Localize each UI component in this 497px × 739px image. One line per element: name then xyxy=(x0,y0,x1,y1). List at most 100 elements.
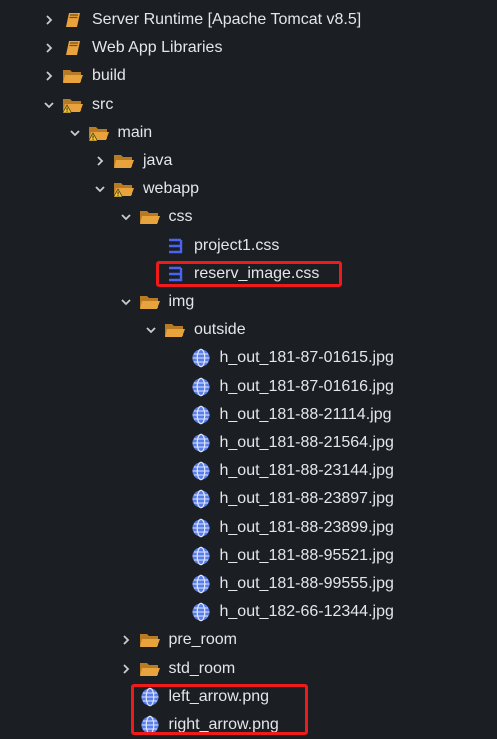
tree-item[interactable]: h_out_181-88-23899.jpg xyxy=(0,514,497,542)
folder-warning-icon xyxy=(87,123,110,143)
image-file-icon xyxy=(139,715,161,735)
image-file-icon xyxy=(190,348,212,368)
folder-icon xyxy=(113,151,135,171)
image-file-icon xyxy=(190,602,212,622)
tree-item-label: src xyxy=(92,95,114,113)
folder-warning-icon xyxy=(113,179,135,199)
tree-item-label: css xyxy=(168,208,193,226)
tree-item[interactable]: Server Runtime [Apache Tomcat v8.5] xyxy=(0,6,497,34)
tree-item-label: left_arrow.png xyxy=(168,687,270,705)
css-file-icon xyxy=(164,236,186,256)
tree-item[interactable]: h_out_181-88-23144.jpg xyxy=(0,457,497,485)
tree-item-label: build xyxy=(92,67,126,85)
tree-item[interactable]: Web App Libraries xyxy=(0,34,497,62)
tree-item-label: h_out_181-87-01616.jpg xyxy=(219,377,394,395)
folder-icon xyxy=(139,207,161,227)
tree-expander-spacer xyxy=(169,491,185,507)
tree-item-label: Server Runtime [Apache Tomcat v8.5] xyxy=(92,11,362,28)
tree-item-label: h_out_181-88-99555.jpg xyxy=(219,575,394,592)
tree-item-label: java xyxy=(143,152,173,169)
tree-item[interactable]: project1.css xyxy=(0,232,497,260)
tree-expander-spacer xyxy=(143,238,159,254)
tree-item[interactable]: reserv_image.css xyxy=(0,260,497,288)
tree-expander-spacer xyxy=(169,435,185,451)
tree-item[interactable]: h_out_181-88-21114.jpg xyxy=(0,401,497,429)
css-file-icon xyxy=(164,264,186,284)
tree-item[interactable]: main xyxy=(0,119,497,147)
folder-icon xyxy=(62,66,84,86)
tree-item-label: std_room xyxy=(168,659,236,677)
folder-warning-icon xyxy=(62,95,84,115)
chevron-right-icon[interactable] xyxy=(41,40,57,56)
tree-item-label: webapp xyxy=(143,180,200,198)
tree-item[interactable]: css xyxy=(0,203,497,231)
image-file-icon xyxy=(190,546,212,566)
tree-item-label: h_out_181-88-23899.jpg xyxy=(219,518,394,536)
image-file-icon xyxy=(190,518,212,538)
tree-expander-spacer xyxy=(118,689,134,705)
tree-item-label: img xyxy=(168,293,195,310)
chevron-down-icon[interactable] xyxy=(92,181,108,197)
tree-item-label: Web App Libraries xyxy=(92,39,223,57)
tree-item[interactable]: img xyxy=(0,288,497,316)
image-file-icon xyxy=(190,574,212,594)
tree-item[interactable]: build xyxy=(0,62,497,90)
tree-expander-spacer xyxy=(169,379,185,395)
tree-item[interactable]: std_room xyxy=(0,655,497,683)
tree-item[interactable]: java xyxy=(0,147,497,175)
tree-expander-spacer xyxy=(169,407,185,423)
chevron-right-icon[interactable] xyxy=(41,68,57,84)
tree-item[interactable]: src xyxy=(0,91,497,119)
tree-item-label: h_out_181-88-23144.jpg xyxy=(219,462,394,480)
folder-icon xyxy=(139,630,161,650)
image-file-icon xyxy=(139,687,161,707)
tree-item-label: h_out_181-88-95521.jpg xyxy=(219,546,394,564)
tree-expander-spacer xyxy=(143,266,159,282)
tree-expander-spacer xyxy=(169,548,185,564)
image-file-icon xyxy=(190,461,212,481)
chevron-down-icon[interactable] xyxy=(41,97,57,113)
tree-item-label: pre_room xyxy=(168,631,237,649)
folder-icon xyxy=(139,292,161,312)
image-file-icon xyxy=(190,405,212,425)
tree-item[interactable]: h_out_181-88-95521.jpg xyxy=(0,542,497,570)
tree-item[interactable]: webapp xyxy=(0,175,497,203)
chevron-down-icon[interactable] xyxy=(118,294,134,310)
tree-item[interactable]: outside xyxy=(0,316,497,344)
chevron-right-icon[interactable] xyxy=(118,632,134,648)
tree-item-label: h_out_181-88-21564.jpg xyxy=(219,434,394,451)
chevron-right-icon[interactable] xyxy=(92,153,108,169)
tree-item-label: h_out_181-88-21114.jpg xyxy=(219,405,392,423)
tree-item[interactable]: h_out_181-88-23897.jpg xyxy=(0,485,497,513)
tree-expander-spacer xyxy=(118,717,134,733)
tree-item[interactable]: left_arrow.png xyxy=(0,683,497,711)
chevron-down-icon[interactable] xyxy=(118,209,134,225)
tree-item[interactable]: h_out_182-66-12344.jpg xyxy=(0,598,497,626)
tree-item[interactable]: h_out_181-88-21564.jpg xyxy=(0,429,497,457)
tree-item-label: h_out_182-66-12344.jpg xyxy=(219,603,394,621)
tree-item[interactable]: h_out_181-87-01615.jpg xyxy=(0,344,497,372)
library-book-icon xyxy=(62,38,84,58)
chevron-right-icon[interactable] xyxy=(41,12,57,28)
tree-item[interactable]: pre_room xyxy=(0,626,497,654)
tree-expander-spacer xyxy=(169,350,185,366)
chevron-down-icon[interactable] xyxy=(143,322,159,338)
tree-item-label: h_out_181-88-23897.jpg xyxy=(219,490,394,508)
tree-item-label: h_out_181-87-01615.jpg xyxy=(219,349,394,367)
tree-item[interactable]: h_out_181-87-01616.jpg xyxy=(0,373,497,401)
chevron-down-icon[interactable] xyxy=(67,125,83,141)
tree-item-label: project1.css xyxy=(194,236,280,254)
tree-expander-spacer xyxy=(169,576,185,592)
tree-item-label: outside xyxy=(194,321,246,339)
image-file-icon xyxy=(190,377,212,397)
chevron-right-icon[interactable] xyxy=(118,661,134,677)
folder-icon xyxy=(164,320,186,340)
project-explorer-tree: Server Runtime [Apache Tomcat v8.5] Web A… xyxy=(0,0,497,735)
tree-item[interactable]: h_out_181-88-99555.jpg xyxy=(0,570,497,598)
tree-item-label: right_arrow.png xyxy=(168,716,279,733)
image-file-icon xyxy=(190,433,212,453)
folder-icon xyxy=(139,659,161,679)
tree-item-label: reserv_image.css xyxy=(194,264,320,282)
tree-expander-spacer xyxy=(169,463,185,479)
tree-expander-spacer xyxy=(169,520,185,536)
